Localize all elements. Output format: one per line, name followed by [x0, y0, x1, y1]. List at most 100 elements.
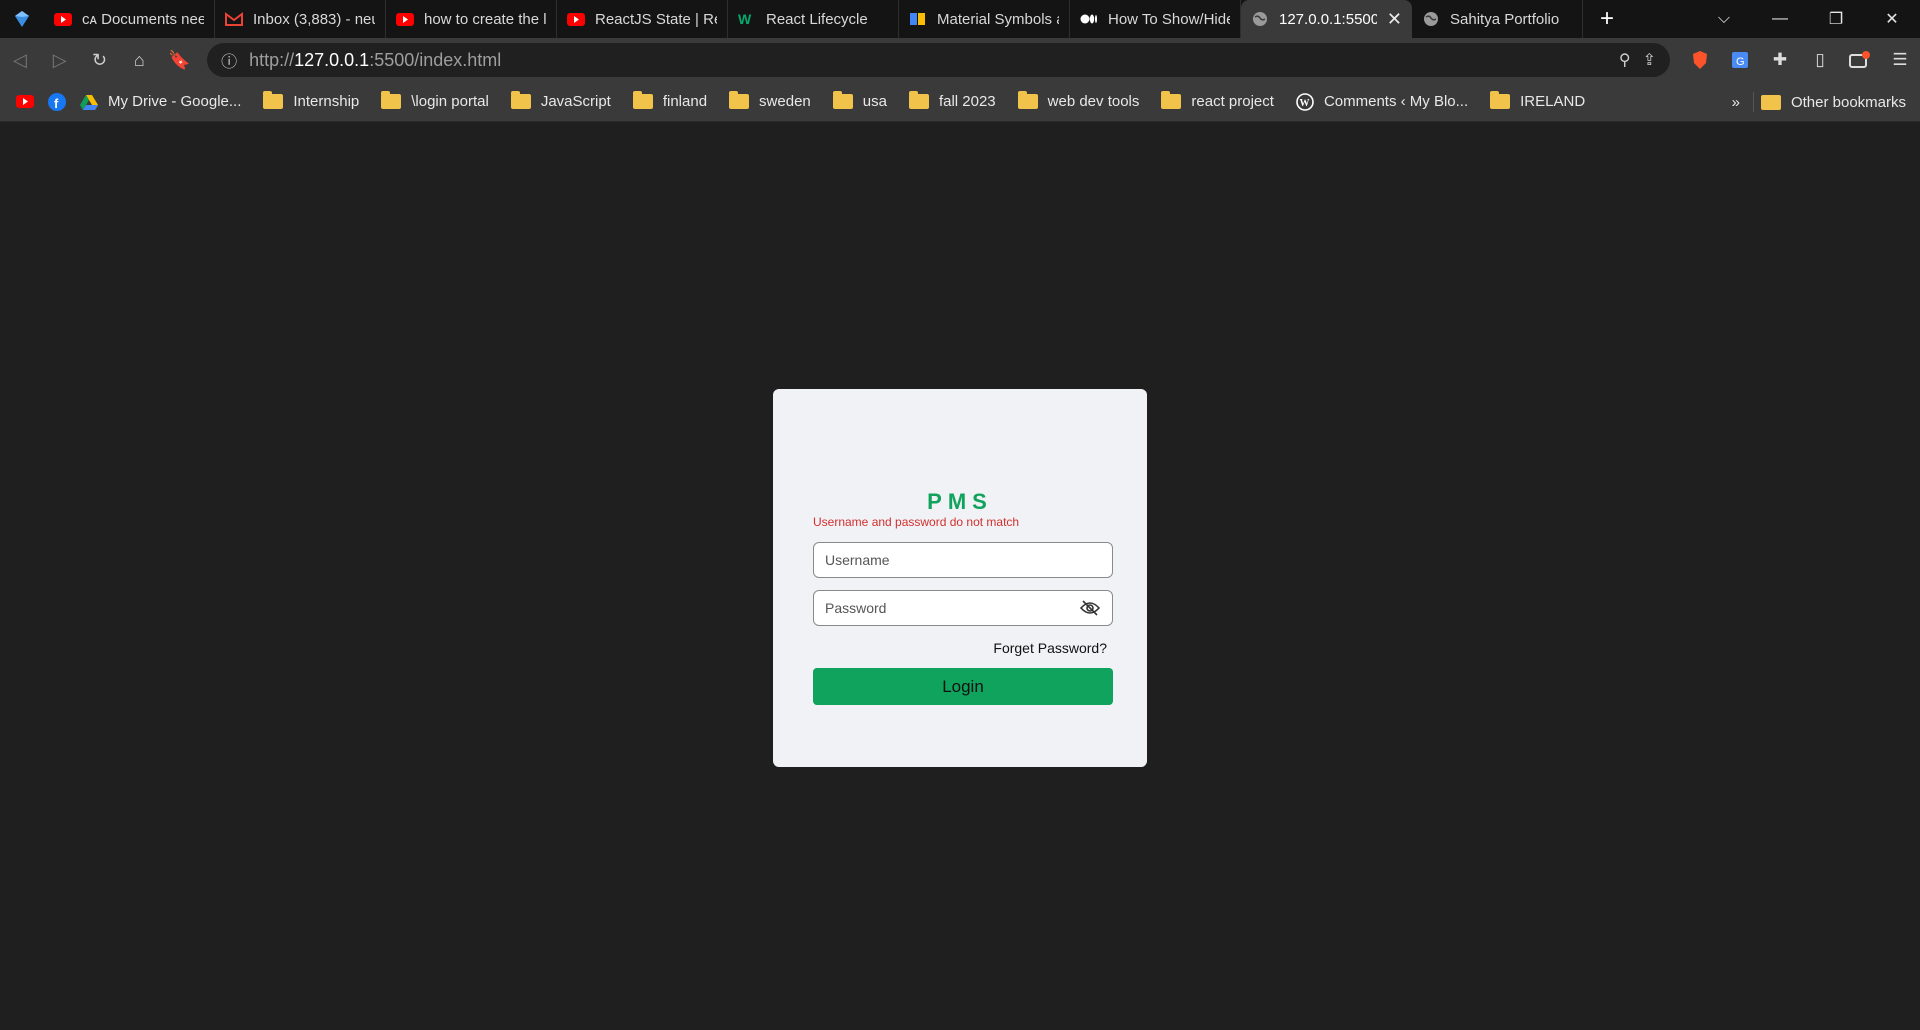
bookmarks-bar: f My Drive - Google... Internship \login po… — [0, 82, 1920, 122]
browser-tab[interactable]: ReactJS State | Rea — [557, 0, 728, 38]
tab-title: 127.0.0.1:5500/ — [1279, 10, 1377, 28]
bookmark-item[interactable]: W Comments ‹ My Blo... — [1296, 92, 1469, 111]
app-title: PMS — [927, 489, 993, 514]
address-bar[interactable]: ⓘ http://127.0.0.1:5500/index.html ⚲ ⇪ — [207, 43, 1671, 77]
bookmark-label: finland — [662, 93, 708, 110]
translate-icon[interactable]: G — [1720, 38, 1760, 82]
folder-icon — [632, 91, 653, 109]
youtube-icon — [16, 95, 34, 108]
tab-title: Inbox (3,883) - neu — [253, 10, 375, 28]
menu-icon[interactable]: ☰ — [1880, 38, 1920, 82]
browser-tab[interactable]: how to create the l — [386, 0, 557, 38]
browser-tab[interactable]: ᴄᴀ Documents nee — [44, 0, 215, 38]
pinned-tab[interactable] — [0, 0, 44, 38]
folder-icon — [510, 91, 531, 109]
bookmark-label: fall 2023 — [938, 93, 996, 110]
svg-text:W: W — [738, 12, 752, 26]
bookmark-item[interactable]: Internship — [263, 91, 360, 110]
bookmark-label: web dev tools — [1047, 93, 1140, 110]
tab-title: How To Show/Hide — [1108, 10, 1230, 28]
bookmark-item[interactable]: JavaScript — [510, 91, 611, 110]
close-window-icon[interactable]: ✕ — [1864, 0, 1920, 38]
browser-tab[interactable]: 127.0.0.1:5500/ ✕ — [1241, 0, 1412, 38]
tab-title: ReactJS State | Rea — [595, 10, 717, 28]
tab-search-icon[interactable]: ⌵ — [1696, 0, 1752, 38]
username-field[interactable] — [813, 542, 1113, 578]
bookmark-item[interactable]: IRELAND — [1490, 91, 1586, 110]
share-icon[interactable]: ⇪ — [1643, 50, 1656, 70]
tab-title: ᴄᴀ Documents nee — [82, 10, 204, 28]
brave-shield-icon[interactable] — [1680, 38, 1720, 82]
browser-tab[interactable]: W React Lifecycle — [728, 0, 899, 38]
bookmark-label: Internship — [293, 93, 360, 110]
bookmark-label: usa — [862, 93, 887, 110]
bookmark-item[interactable]: fall 2023 — [908, 91, 996, 110]
info-icon[interactable]: ⓘ — [221, 48, 237, 72]
password-input[interactable] — [825, 600, 1079, 616]
w3-icon: W — [738, 10, 756, 28]
medium-icon — [1080, 10, 1098, 28]
bookmark-icon[interactable]: 🔖 — [159, 38, 199, 82]
login-card: PMS Username and password do not match F… — [773, 389, 1147, 767]
back-icon[interactable]: ◁ — [0, 38, 40, 82]
bookmark-label: react project — [1191, 93, 1274, 110]
folder-icon — [729, 91, 750, 109]
folder-icon — [1161, 91, 1182, 109]
folder-icon — [832, 91, 853, 109]
folder-icon — [908, 91, 929, 109]
url-text[interactable]: http://127.0.0.1:5500/index.html — [249, 50, 1607, 71]
drive-icon — [80, 94, 98, 110]
bookmark-label: IRELAND — [1520, 93, 1586, 110]
bookmark-item[interactable]: f — [48, 92, 66, 111]
zoom-icon[interactable]: ⚲ — [1619, 50, 1631, 70]
username-input[interactable] — [825, 552, 1101, 568]
eye-off-icon[interactable] — [1079, 596, 1101, 620]
gem-icon — [15, 11, 29, 27]
folder-icon — [1490, 91, 1511, 109]
bookmark-item[interactable]: usa — [832, 91, 887, 110]
youtube-icon — [396, 10, 414, 28]
new-tab-button[interactable]: + — [1583, 0, 1631, 38]
bookmark-label: Comments ‹ My Blo... — [1323, 93, 1469, 110]
reload-icon[interactable]: ↻ — [80, 38, 120, 82]
youtube-icon — [54, 10, 72, 28]
bookmark-item[interactable]: sweden — [729, 91, 811, 110]
forward-icon[interactable]: ▷ — [40, 38, 80, 82]
gmail-icon — [225, 10, 243, 28]
wordpress-icon: W — [1296, 92, 1314, 111]
tab-title: Material Symbols a — [937, 10, 1059, 28]
home-icon[interactable]: ⌂ — [119, 38, 159, 82]
wallet-icon[interactable] — [1840, 38, 1880, 82]
bookmark-item[interactable]: web dev tools — [1017, 91, 1140, 110]
tab-title: React Lifecycle — [766, 10, 868, 28]
bookmark-label: \login portal — [411, 93, 489, 110]
svg-text:G: G — [1736, 56, 1745, 68]
bookmark-item[interactable]: My Drive - Google... — [80, 93, 241, 110]
more-bookmarks-button[interactable]: » — [1732, 82, 1740, 122]
minimize-icon[interactable]: — — [1752, 0, 1808, 38]
tab-title: how to create the l — [424, 10, 546, 28]
close-tab-icon[interactable]: ✕ — [1387, 9, 1402, 30]
browser-tab[interactable]: Inbox (3,883) - neu — [215, 0, 386, 38]
bookmark-item[interactable]: \login portal — [381, 91, 489, 110]
youtube-icon — [567, 10, 585, 28]
browser-tab[interactable]: Material Symbols a — [899, 0, 1070, 38]
extensions-icon[interactable]: ✚ — [1760, 38, 1800, 82]
bookmark-item[interactable]: react project — [1161, 91, 1274, 110]
forgot-password-link[interactable]: Forget Password? — [993, 640, 1107, 656]
folder-icon — [1760, 94, 1781, 110]
sidebar-icon[interactable]: ▯ — [1800, 38, 1840, 82]
tab-title: Sahitya Portfolio — [1450, 10, 1560, 28]
svg-text:f: f — [54, 96, 59, 111]
globe-icon — [1422, 10, 1440, 28]
login-button[interactable]: Login — [813, 668, 1113, 705]
restore-icon[interactable]: ❐ — [1808, 0, 1864, 38]
other-bookmarks[interactable]: Other bookmarks — [1760, 82, 1906, 122]
bookmark-label: sweden — [759, 93, 811, 110]
bookmark-item[interactable] — [16, 95, 34, 108]
folder-icon — [381, 91, 402, 109]
password-field[interactable] — [813, 590, 1113, 626]
browser-tab[interactable]: Sahitya Portfolio — [1412, 0, 1583, 38]
browser-tab[interactable]: How To Show/Hide — [1070, 0, 1241, 38]
bookmark-item[interactable]: finland — [632, 91, 708, 110]
